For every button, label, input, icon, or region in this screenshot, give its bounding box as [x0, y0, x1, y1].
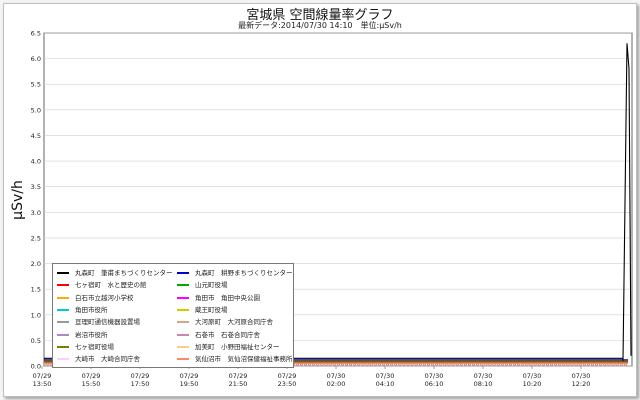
- y-tick-label: 2.5: [31, 234, 41, 242]
- legend-item: 丸森町 耕野まちづくりセンター: [177, 267, 293, 279]
- legend-item: 角田市 角田中央公園: [177, 292, 260, 304]
- legend-label: 角田市役所: [75, 305, 108, 314]
- y-tick-label: 1.0: [31, 311, 41, 319]
- x-tick-date: 07/30: [327, 372, 346, 380]
- legend-label: 亘理町通信機器設置場: [75, 318, 140, 327]
- legend-swatch: [177, 358, 189, 361]
- x-tick-date: 07/29: [278, 372, 297, 380]
- legend-label: 気仙沼市 気仙沼保健福祉事務所: [195, 355, 293, 364]
- legend-item: 石巻市 石巻合同庁舎: [177, 329, 260, 341]
- x-tick-date: 07/30: [425, 372, 444, 380]
- legend-item: 亘理町通信機器設置場: [57, 316, 140, 328]
- y-tick-label: 2.0: [31, 260, 41, 268]
- legend-label: 丸森町 筆甫まちづくりセンター: [75, 269, 173, 277]
- x-tick-time: 19:50: [180, 380, 199, 388]
- legend-label: 七ヶ宿町役場: [75, 342, 114, 351]
- legend-item: 角田市役所: [57, 304, 108, 316]
- y-tick-label: 0.5: [31, 337, 41, 345]
- x-tick-time: 06:10: [425, 380, 444, 388]
- x-tick-time: 23:50: [278, 380, 297, 388]
- y-tick-label: 0.0: [31, 363, 41, 371]
- legend-swatch: [57, 358, 69, 361]
- legend-item: 七ヶ宿町役場: [57, 341, 114, 353]
- legend-swatch: [177, 321, 189, 324]
- legend-label: 丸森町 耕野まちづくりセンター: [195, 269, 293, 277]
- y-tick-label: 4.0: [31, 158, 41, 166]
- x-tick-time: 12:20: [572, 380, 591, 388]
- legend-label: 加美町 小野田福祉センター: [195, 342, 280, 351]
- legend-swatch: [177, 333, 189, 336]
- x-tick-time: 04:10: [376, 380, 395, 388]
- x-tick-date: 07/29: [82, 372, 101, 380]
- legend-item: 山元町役場: [177, 279, 228, 291]
- x-tick-time: 02:00: [327, 380, 346, 388]
- legend-item: 蔵王町役場: [177, 304, 228, 316]
- y-tick-label: 3.0: [31, 209, 41, 217]
- x-tick-date: 07/30: [376, 372, 395, 380]
- legend-item: 白石市立越河小学校: [57, 292, 134, 304]
- legend-item: 気仙沼市 気仙沼保健福祉事務所: [177, 353, 293, 365]
- legend-label: 蔵王町役場: [195, 305, 228, 314]
- y-tick-label: 1.5: [31, 286, 41, 294]
- x-tick-date: 07/30: [572, 372, 591, 380]
- legend-label: 山元町役場: [195, 281, 228, 290]
- y-tick-label: 6.5: [31, 30, 41, 38]
- y-tick-label: 5.0: [31, 106, 41, 114]
- legend-item: 加美町 小野田福祉センター: [177, 341, 280, 353]
- legend-swatch: [57, 333, 69, 336]
- x-tick-time: 15:50: [82, 380, 101, 388]
- legend-item: 大河原町 大河原合同庁舎: [177, 316, 273, 328]
- x-tick-date: 07/30: [523, 372, 542, 380]
- x-tick-time: 21:50: [229, 380, 248, 388]
- legend-label: 大河原町 大河原合同庁舎: [195, 318, 273, 327]
- x-tick-date: 07/29: [33, 372, 52, 380]
- y-tick-label: 6.0: [31, 55, 41, 63]
- legend-label: 岩沼市役所: [75, 330, 108, 339]
- legend-item: 七ヶ宿町 水と歴史の館: [57, 279, 147, 291]
- legend-swatch: [57, 296, 69, 299]
- legend-swatch: [57, 321, 69, 324]
- y-tick-label: 4.5: [31, 132, 41, 140]
- legend: 丸森町 筆甫まちづくりセンター 丸森町 耕野まちづくりセンター七ヶ宿町 水と歴史の…: [52, 263, 294, 368]
- legend-swatch: [177, 296, 189, 299]
- legend-label: 角田市 角田中央公園: [195, 293, 260, 302]
- legend-swatch: [57, 308, 69, 311]
- legend-swatch: [177, 345, 189, 348]
- x-tick-time: 10:20: [523, 380, 542, 388]
- legend-swatch: [57, 272, 69, 274]
- legend-swatch: [57, 284, 69, 287]
- legend-swatch: [177, 272, 189, 274]
- x-tick-time: 17:50: [131, 380, 150, 388]
- y-tick-label: 3.5: [31, 183, 41, 191]
- x-tick-time: 08:10: [474, 380, 493, 388]
- legend-swatch: [57, 345, 69, 348]
- legend-item: 岩沼市役所: [57, 329, 108, 341]
- legend-label: 大崎市 大崎合同庁舎: [75, 355, 140, 364]
- x-tick-date: 07/29: [180, 372, 199, 380]
- y-tick-label: 5.5: [31, 81, 41, 89]
- x-tick-time: 13:50: [33, 380, 52, 388]
- legend-item: 大崎市 大崎合同庁舎: [57, 353, 140, 365]
- legend-swatch: [177, 308, 189, 311]
- x-tick-date: 07/29: [131, 372, 150, 380]
- legend-label: 七ヶ宿町 水と歴史の館: [75, 281, 147, 290]
- legend-label: 石巻市 石巻合同庁舎: [195, 330, 260, 339]
- x-tick-date: 07/30: [474, 372, 493, 380]
- legend-label: 白石市立越河小学校: [75, 293, 134, 302]
- x-tick-date: 07/29: [229, 372, 248, 380]
- legend-item: 丸森町 筆甫まちづくりセンター: [57, 267, 173, 279]
- legend-swatch: [177, 284, 189, 287]
